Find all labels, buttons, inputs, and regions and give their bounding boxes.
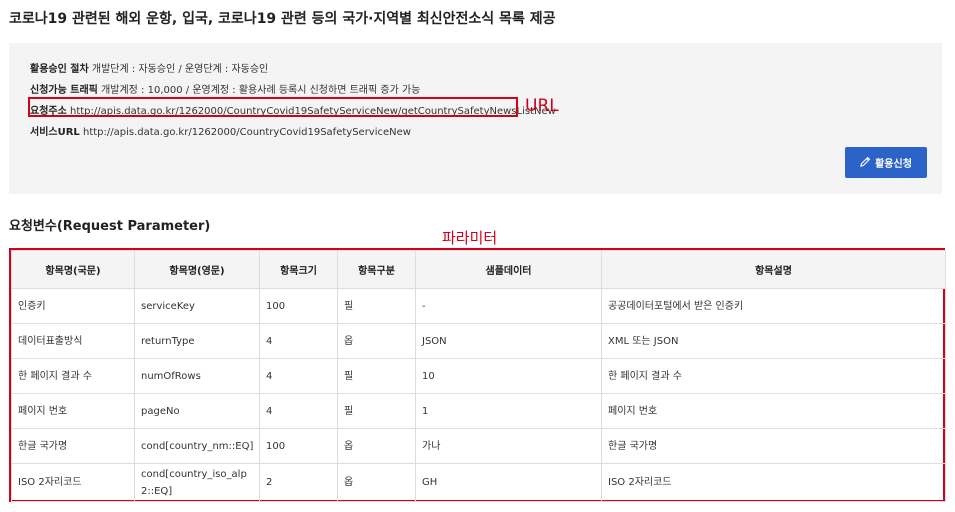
cell-size: 4 xyxy=(259,323,338,359)
cell-description: 한 페이지 결과 수 xyxy=(601,358,946,394)
url-annotation: URL xyxy=(525,96,559,116)
cell-description: 공공데이터포털에서 받은 인증키 xyxy=(601,288,946,324)
traffic-line: 신청가능 트래픽 개발계정 : 10,000 / 운영계정 : 활용사례 등록시… xyxy=(30,81,420,96)
table-row: 한글 국가명 cond[country_nm::EQ] 100 옵 가나 한글 … xyxy=(11,428,946,464)
cell-type: 필 xyxy=(337,358,416,394)
cell-name-kr: 인증키 xyxy=(11,288,135,324)
header-type: 항목구분 xyxy=(337,250,416,289)
api-info-box: 활용승인 절차 개발단계 : 자동승인 / 운영단계 : 자동승인 신청가능 트… xyxy=(9,43,942,194)
cell-name-en: pageNo xyxy=(134,393,260,429)
cell-name-en: numOfRows xyxy=(134,358,260,394)
cell-size: 100 xyxy=(259,428,338,464)
cell-description: XML 또는 JSON xyxy=(601,323,946,359)
url-highlight-box xyxy=(28,97,518,117)
cell-name-kr: 페이지 번호 xyxy=(11,393,135,429)
traffic-value: 개발계정 : 10,000 / 운영계정 : 활용사례 등록시 신청하면 트래픽… xyxy=(101,85,421,96)
table-row: 인증키 serviceKey 100 필 - 공공데이터포털에서 받은 인증키 xyxy=(11,288,946,324)
cell-description: ISO 2자리코드 xyxy=(601,463,946,502)
header-name-en: 항목명(영문) xyxy=(134,250,260,289)
pencil-icon xyxy=(860,156,871,170)
approval-value: 개발단계 : 자동승인 / 운영단계 : 자동승인 xyxy=(91,64,269,75)
cell-name-kr: ISO 2자리코드 xyxy=(11,463,135,502)
cell-name-en: cond[country_nm::EQ] xyxy=(134,428,260,464)
cell-description: 한글 국가명 xyxy=(601,428,946,464)
approval-line: 활용승인 절차 개발단계 : 자동승인 / 운영단계 : 자동승인 xyxy=(30,60,268,75)
cell-size: 4 xyxy=(259,393,338,429)
cell-sample: - xyxy=(415,288,602,324)
header-description: 항목설명 xyxy=(601,250,946,289)
service-url-value[interactable]: http://apis.data.go.kr/1262000/CountryCo… xyxy=(83,127,411,138)
cell-name-kr: 데이터표출방식 xyxy=(11,323,135,359)
traffic-label: 신청가능 트래픽 xyxy=(30,85,98,96)
cell-name-kr: 한글 국가명 xyxy=(11,428,135,464)
approval-label: 활용승인 절차 xyxy=(30,64,89,75)
header-sample: 샘플데이터 xyxy=(415,250,602,289)
cell-sample: 10 xyxy=(415,358,602,394)
cell-type: 옵 xyxy=(337,323,416,359)
cell-description: 페이지 번호 xyxy=(601,393,946,429)
cell-sample: JSON xyxy=(415,323,602,359)
cell-size: 100 xyxy=(259,288,338,324)
header-size: 항목크기 xyxy=(259,250,338,289)
apply-button[interactable]: 활용신청 xyxy=(845,147,927,178)
cell-name-kr: 한 페이지 결과 수 xyxy=(11,358,135,394)
service-url-line: 서비스URL http://apis.data.go.kr/1262000/Co… xyxy=(30,123,411,138)
cell-sample: 1 xyxy=(415,393,602,429)
service-url-label: 서비스URL xyxy=(30,127,80,138)
table-row: 페이지 번호 pageNo 4 필 1 페이지 번호 xyxy=(11,393,946,429)
table-row: ISO 2자리코드 cond[country_iso_alp2::EQ] 2 옵… xyxy=(11,463,946,502)
apply-button-label: 활용신청 xyxy=(875,159,912,170)
cell-size: 2 xyxy=(259,463,338,502)
cell-type: 옵 xyxy=(337,463,416,502)
cell-type: 필 xyxy=(337,288,416,324)
param-annotation: 파라미터 xyxy=(442,229,498,247)
cell-sample: GH xyxy=(415,463,602,502)
table-row: 데이터표출방식 returnType 4 옵 JSON XML 또는 JSON xyxy=(11,323,946,359)
cell-sample: 가나 xyxy=(415,428,602,464)
page-title: 코로나19 관련된 해외 운항, 입국, 코로나19 관련 등의 국가·지역별 … xyxy=(9,11,556,27)
cell-size: 4 xyxy=(259,358,338,394)
request-parameter-table: 항목명(국문) 항목명(영문) 항목크기 항목구분 샘플데이터 항목설명 인증키… xyxy=(9,248,946,502)
request-parameter-title: 요청변수(Request Parameter) xyxy=(9,219,211,234)
table-row: 한 페이지 결과 수 numOfRows 4 필 10 한 페이지 결과 수 xyxy=(11,358,946,394)
cell-name-en: cond[country_iso_alp2::EQ] xyxy=(134,463,260,502)
cell-type: 필 xyxy=(337,393,416,429)
cell-name-en: serviceKey xyxy=(134,288,260,324)
table-header-row: 항목명(국문) 항목명(영문) 항목크기 항목구분 샘플데이터 항목설명 xyxy=(11,250,946,289)
header-name-kr: 항목명(국문) xyxy=(11,250,135,289)
cell-type: 옵 xyxy=(337,428,416,464)
cell-name-en: returnType xyxy=(134,323,260,359)
